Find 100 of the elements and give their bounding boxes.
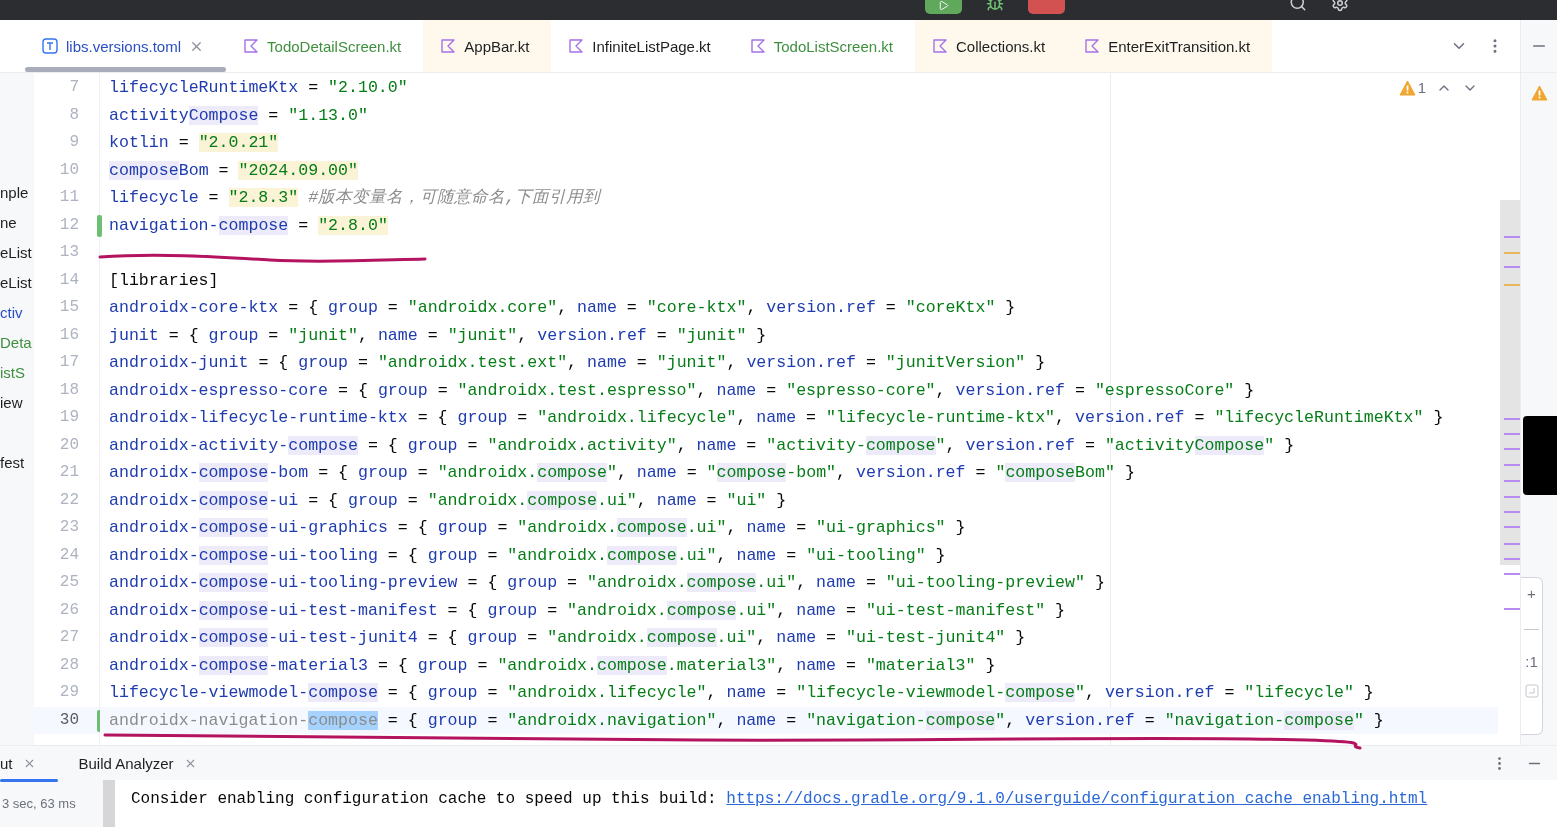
scroll-marker: [1504, 608, 1520, 610]
scroll-marker: [1504, 480, 1520, 482]
run-button[interactable]: [925, 0, 962, 14]
tab-label: Collections.kt: [956, 37, 1046, 55]
scroll-marker: [1504, 543, 1520, 545]
docs-link[interactable]: https://docs.gradle.org/9.1.0/userguide/configuration_cache_enabling.html: [726, 790, 1428, 808]
code-line: lifecycle-viewmodel-compose = { group = "androidx.lifecycle", name = "lifecycle-viewmodel-compose", version.ref = "lifecycle" }: [109, 683, 1374, 702]
tab-label: EnterExitTransition.kt: [1108, 37, 1251, 55]
editor-tab[interactable]: AppBar.kt: [423, 20, 552, 72]
line-number: 9: [69, 133, 79, 151]
line-number: 29: [59, 683, 79, 701]
line-number: 7: [69, 78, 79, 96]
line-number: 19: [59, 408, 79, 426]
editor-tab[interactable]: TodoListScreen.kt: [732, 20, 915, 72]
warning-count[interactable]: 1: [1417, 79, 1426, 96]
project-tree-item[interactable]: ctiv: [0, 298, 34, 328]
scroll-marker: [1504, 284, 1520, 286]
line-number: 11: [59, 188, 79, 206]
project-tree-item[interactable]: ne: [0, 208, 34, 238]
code-line: activityCompose = "1.13.0": [109, 105, 368, 125]
code-line: androidx-navigation-compose = { group = "androidx.navigation", name = "navigation-compose", version.ref = "navigation-compose" }: [109, 710, 1384, 730]
code-line: androidx-compose-bom = { group = "androidx.compose", name = "compose-bom", version.ref = "composeBom" }: [109, 463, 1135, 482]
line-number: 23: [59, 518, 79, 536]
project-tree-item[interactable]: iew: [0, 388, 34, 418]
warning-icon: [1530, 85, 1548, 101]
tab-label: libs.versions.toml: [66, 37, 182, 55]
scroll-marker: [1504, 526, 1520, 528]
line-number: 24: [59, 545, 79, 564]
project-tree-item[interactable]: eList: [0, 268, 34, 298]
line-number: 28: [59, 655, 79, 674]
code-line: junit = { group = "junit", name = "junit", version.ref = "junit" }: [109, 325, 767, 345]
line-number: 15: [59, 298, 79, 316]
line-number: 10: [59, 160, 79, 179]
line-number: 16: [59, 325, 79, 344]
scroll-marker: [1504, 236, 1520, 238]
code-line: androidx-compose-ui-test-junit4 = { group = "androidx.compose.ui", name = "ui-test-junit4" }: [109, 628, 1026, 647]
zoom-ratio-button[interactable]: :1: [1525, 650, 1538, 674]
code-line: androidx-compose-ui-tooling-preview = { group = "androidx.compose.ui", name = "ui-tooling-preview" }: [109, 573, 1105, 592]
scroll-marker: [1504, 464, 1520, 466]
project-tree-item[interactable]: nple: [0, 178, 34, 208]
kotlin-file-icon: [932, 38, 948, 54]
line-number: 12: [59, 215, 79, 234]
code-line: androidx-compose-material3 = { group = "androidx.compose.material3", name = "material3" }: [109, 655, 996, 675]
editor-tab[interactable]: InfiniteListPage.kt: [551, 20, 733, 72]
tab-label: InfiniteListPage.kt: [592, 37, 711, 55]
line-number: 22: [59, 490, 79, 509]
kotlin-file-icon: [568, 38, 585, 54]
code-line: lifecycle = "2.8.3" #版本变量名，可随意命名,下面引用到: [109, 188, 601, 207]
editor-tab[interactable]: EnterExitTransition.kt: [1067, 20, 1273, 72]
line-number: 21: [59, 463, 79, 481]
line-number: 30: [59, 710, 79, 729]
code-line: androidx-compose-ui-test-manifest = { group = "androidx.compose.ui", name = "ui-test-manifest" }: [109, 600, 1066, 620]
tab-label: Build Analyzer: [78, 754, 174, 772]
kotlin-file-icon: [440, 38, 457, 54]
editor-tab[interactable]: TodoDetailScreen.kt: [226, 20, 424, 72]
panel-tab[interactable]: ut: [0, 746, 58, 780]
kotlin-file-icon: [749, 38, 766, 54]
code-line: kotlin = "2.0.21": [109, 133, 279, 152]
code-line: androidx-lifecycle-runtime-ktx = { group = "androidx.lifecycle", name = "lifecycle-runtime-ktx", version.ref = "lifecycleRuntimeKtx" }: [109, 408, 1444, 427]
scroll-marker: [1504, 266, 1520, 268]
code-line: composeBom = "2024.09.00": [109, 160, 358, 180]
scroll-marker: [1504, 448, 1520, 450]
scroll-marker: [1504, 558, 1520, 560]
console-message: Consider enabling configuration cache to speed up this build:: [131, 790, 718, 808]
code-line: androidx-espresso-core = { group = "androidx.test.espresso", name = "espresso-core", version.ref = "espressoCore" }: [109, 380, 1255, 400]
kotlin-file-icon: [243, 38, 260, 54]
line-number: 27: [59, 628, 79, 646]
scroll-marker: [1504, 418, 1520, 420]
code-line: androidx-compose-ui-graphics = { group = "androidx.compose.ui", name = "ui-graphics" }: [109, 518, 966, 537]
zoom-in-button[interactable]: +: [1527, 582, 1536, 606]
warning-icon: [1398, 79, 1416, 96]
code-line: androidx-junit = { group = "androidx.test.ext", name = "junit", version.ref = "junitVersion" }: [109, 353, 1046, 372]
tab-label: ut: [0, 754, 13, 772]
build-time: 3 sec, 63 ms: [2, 796, 76, 811]
line-number: 20: [59, 435, 79, 454]
tab-label: AppBar.kt: [464, 37, 530, 55]
play-icon: [938, 0, 949, 11]
project-tree-item[interactable]: eList: [0, 238, 34, 268]
file-icon: [42, 38, 58, 54]
scroll-marker: [1504, 433, 1520, 435]
change-marker: [97, 214, 102, 237]
project-tree-item[interactable]: fest: [0, 448, 34, 478]
code-line: [libraries]: [109, 270, 219, 290]
scrollbar[interactable]: [103, 780, 115, 827]
kotlin-file-icon: [1084, 38, 1101, 54]
line-number: 26: [59, 600, 79, 619]
panel-tab[interactable]: Build Analyzer: [57, 746, 219, 780]
code-line: androidx-core-ktx = { group = "androidx.core", name = "core-ktx", version.ref = "coreKtx" }: [109, 298, 1016, 317]
project-tree-item[interactable]: istS: [0, 358, 34, 388]
line-number: 13: [59, 243, 79, 261]
scroll-marker: [1504, 252, 1520, 254]
code-line: navigation-compose = "2.8.0": [109, 215, 388, 235]
line-number: 8: [69, 105, 79, 124]
code-line: androidx-activity-compose = { group = "androidx.activity", name = "activity-compose", version.ref = "activityCompose" }: [109, 435, 1295, 455]
scroll-marker: [1504, 573, 1520, 575]
editor-tab[interactable]: Collections.kt: [915, 20, 1068, 72]
line-number: 25: [59, 573, 79, 591]
line-number: 14: [59, 270, 79, 289]
project-tree-item[interactable]: Deta: [0, 328, 34, 358]
editor-tab[interactable]: libs.versions.toml: [25, 20, 227, 72]
